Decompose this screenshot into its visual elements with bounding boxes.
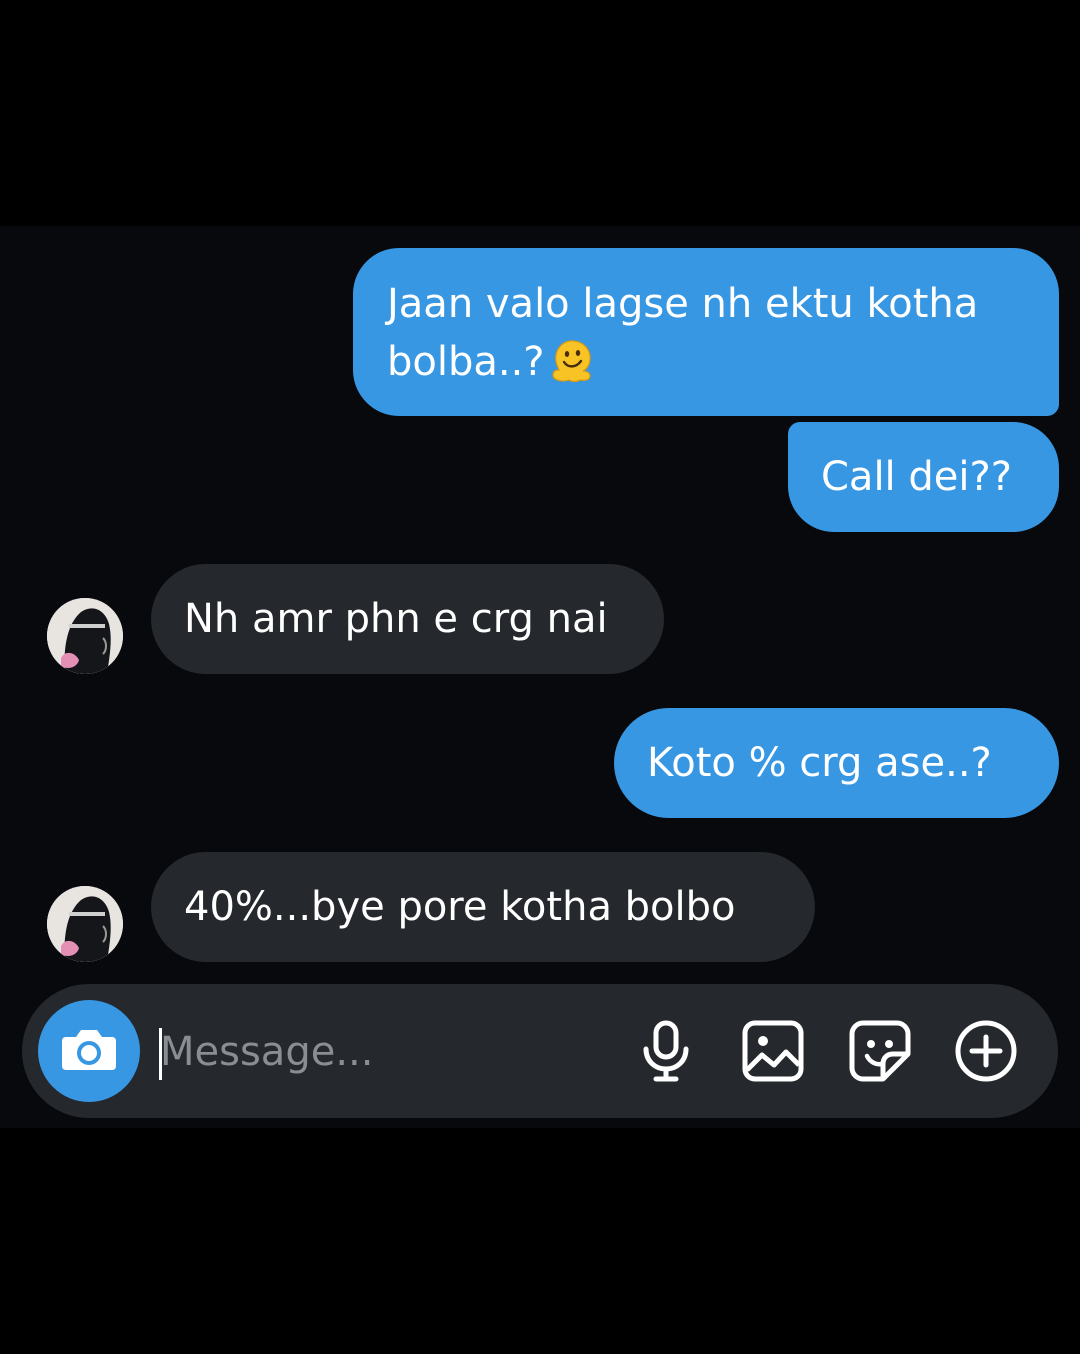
incoming-message-bubble[interactable]: Nh amr phn e crg nai [151,564,664,674]
voice-message-button[interactable] [634,1019,698,1087]
message-text: Koto % crg ase..? [647,740,992,786]
sticker-button[interactable] [848,1020,912,1086]
outgoing-message-bubble[interactable]: Jaan valo lagse nh ektu kotha bolba..? [353,248,1059,416]
message-text: 40%...bye pore kotha bolbo [184,884,736,930]
message-input[interactable] [160,1022,600,1082]
contact-avatar[interactable] [47,598,123,674]
sticker-icon [849,1020,911,1086]
message-text-line: Jaan valo lagse nh ektu kotha [387,281,979,327]
contact-avatar[interactable] [47,886,123,962]
more-options-button[interactable] [954,1019,1018,1087]
camera-button[interactable] [38,1000,140,1102]
message-text: Nh amr phn e crg nai [184,596,608,642]
microphone-icon [640,1019,692,1087]
message-composer [22,984,1058,1118]
incoming-message-bubble[interactable]: 40%...bye pore kotha bolbo [151,852,815,962]
message-text-line: bolba..? [387,339,545,385]
outgoing-message-bubble[interactable]: Call dei?? [788,422,1059,532]
chat-thread: Jaan valo lagse nh ektu kotha bolba..? C… [0,226,1080,1128]
message-text: Call dei?? [821,454,1012,500]
melting-face-emoji-icon [547,337,595,385]
camera-icon [60,1025,118,1077]
gallery-button[interactable] [741,1020,805,1086]
plus-circle-icon [954,1019,1018,1087]
image-gallery-icon [742,1020,804,1086]
outgoing-message-bubble[interactable]: Koto % crg ase..? [614,708,1059,818]
